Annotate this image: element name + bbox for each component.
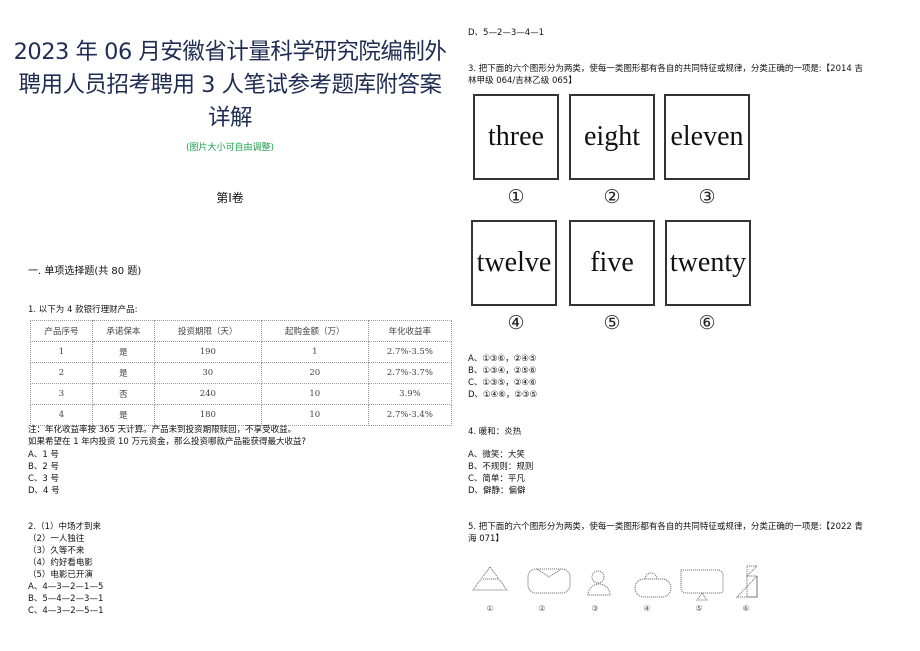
q3-option-a[interactable]: A、①③⑥，②④⑤: [468, 354, 537, 366]
q1-option-c[interactable]: C、3 号: [28, 474, 59, 486]
table-cell: 190: [153, 341, 262, 363]
q4-stem: 4. 暖和：炎热: [468, 427, 522, 437]
monitor-on-stand-icon: [680, 569, 724, 601]
figure-label-2: ②: [603, 186, 621, 208]
table-cell: 是: [91, 362, 155, 384]
q2-item: （5）电影已开演: [28, 570, 93, 580]
q1-option-a[interactable]: A、1 号: [28, 450, 59, 462]
volume-heading: 第Ⅰ卷: [216, 191, 244, 205]
striped-triangle-icon: [472, 566, 508, 591]
table-cell: 3: [30, 383, 93, 405]
q4-option-b[interactable]: B、不规则：规则: [468, 462, 533, 474]
table-cell: 1: [30, 341, 93, 363]
table-cell: 180: [153, 404, 262, 426]
q3-option-c[interactable]: C、①③⑤，②④⑥: [468, 378, 537, 390]
figure-label-5: ⑤: [603, 312, 621, 334]
q5-figure-label-5: ⑤: [695, 604, 703, 613]
table-cell: 2.7%-3.4%: [367, 404, 453, 426]
table-cell: 4: [30, 404, 93, 426]
figure-box-6: twenty: [665, 220, 751, 306]
figure-box-3: eleven: [664, 94, 750, 180]
q2-option-a[interactable]: A、4—3—2—1—5: [28, 582, 103, 594]
document-title-line-3: 详解: [207, 105, 253, 131]
q1-option-d[interactable]: D、4 号: [28, 486, 60, 498]
q5-figure-label-3: ③: [591, 604, 599, 613]
left-page: 2023 年 06 月安徽省计量科学研究院编制外 聘用人员招考聘用 3 人笔试参…: [0, 0, 460, 651]
q2-stem: 2.（1）中场才到来: [28, 522, 102, 532]
q5-figures: [472, 565, 759, 601]
figure-box-2: eight: [569, 94, 655, 180]
table-cell: 2.7%-3.5%: [367, 341, 453, 363]
q5-stem-line-1: 5. 把下面的六个图形分为两类，使每一类图形都有各自的共同特征或规律，分类正确的…: [468, 522, 864, 532]
table-header-cell: 起购金额（万）: [260, 320, 369, 342]
lock-shape-icon: [634, 572, 672, 598]
right-page: D、5—2—3—4—1 3. 把下面的六个图形分为两类，使每一类图形都有各自的共…: [460, 0, 920, 651]
table-cell: 是: [91, 341, 155, 363]
table-cell: 否: [91, 383, 155, 405]
q4-option-c[interactable]: C、简单：平凡: [468, 474, 525, 486]
table-header-cell: 产品序号: [30, 320, 93, 342]
document-subtitle: (图片大小可自由调整): [185, 143, 275, 153]
section-heading: 一. 单项选择题(共 80 题): [28, 266, 142, 277]
q4-option-d[interactable]: D、僻静：偏僻: [468, 486, 526, 498]
table-cell: 3.9%: [367, 383, 453, 405]
q2-item: （2）一人独往: [28, 534, 85, 544]
person-bust-icon: [587, 570, 611, 596]
figure-label-1: ①: [507, 186, 525, 208]
q5-figure-label-1: ①: [486, 604, 494, 613]
table-row: 3 否 240 10 3.9%: [30, 383, 453, 405]
product-table: 产品序号 承诺保本 投资期限（天） 起购金额（万） 年化收益率 1 是 190 …: [30, 320, 453, 426]
q2-option-c[interactable]: C、4—3—2—5—1: [28, 606, 103, 618]
table-header-row: 产品序号 承诺保本 投资期限（天） 起购金额（万） 年化收益率: [30, 320, 453, 342]
table-cell: 1: [260, 341, 369, 363]
table-cell: 2.7%-3.7%: [367, 362, 453, 384]
figure-box-1: three: [473, 94, 559, 180]
q1-option-b[interactable]: B、2 号: [28, 462, 59, 474]
table-cell: 2: [30, 362, 93, 384]
table-cell: 10: [260, 404, 369, 426]
q3-option-d[interactable]: D、①④⑥，②③⑤: [468, 390, 537, 402]
q2-item: （4）约好看电影: [28, 558, 93, 568]
q4-option-a[interactable]: A、微笑：大笑: [468, 450, 525, 462]
q3-option-b[interactable]: B、①③④，②⑤⑥: [468, 366, 537, 378]
figure-label-4: ④: [507, 312, 525, 334]
q1-note: 注：年化收益率按 365 天计算。产品未到投资期限赎回，不享受收益。: [28, 425, 297, 435]
envelope-rounded-rect-icon: [527, 568, 571, 594]
table-row: 4 是 180 10 2.7%-3.4%: [30, 404, 453, 426]
table-header-cell: 年化收益率: [367, 320, 453, 342]
q5-stem-line-2: 海 071】: [468, 534, 504, 544]
document-title-line-1: 2023 年 06 月安徽省计量科学研究院编制外: [13, 39, 447, 65]
table-cell: 是: [91, 404, 155, 426]
q3-stem-line-2: 林甲级 064/吉林乙级 065】: [468, 76, 577, 86]
q2-option-b[interactable]: B、5—4—2—3—1: [28, 594, 103, 606]
document-title-line-2: 聘用人员招考聘用 3 人笔试参考题库附答案: [18, 72, 442, 98]
zigzag-triangles-icon: [735, 565, 759, 598]
q5-figure-label-2: ②: [538, 604, 546, 613]
figure-box-4: twelve: [471, 220, 557, 306]
table-row: 2 是 30 20 2.7%-3.7%: [30, 362, 453, 384]
q5-figure-label-6: ⑥: [742, 604, 750, 613]
q5-figure-label-4: ④: [643, 604, 651, 613]
figure-label-3: ③: [698, 186, 716, 208]
table-cell: 30: [153, 362, 262, 384]
table-header-cell: 投资期限（天）: [153, 320, 262, 342]
q2-item: （3）久等不来: [28, 546, 85, 556]
q1-stem: 1. 以下为 4 款银行理财产品:: [28, 305, 138, 315]
table-header-cell: 承诺保本: [91, 320, 155, 342]
table-cell: 240: [153, 383, 262, 405]
q2-option-d[interactable]: D、5—2—3—4—1: [468, 28, 544, 40]
table-row: 1 是 190 1 2.7%-3.5%: [30, 341, 453, 363]
table-cell: 20: [260, 362, 369, 384]
figure-box-5: five: [569, 220, 655, 306]
table-cell: 10: [260, 383, 369, 405]
q1-question: 如果希望在 1 年内投资 10 万元资金，那么投资哪款产品能获得最大收益?: [28, 437, 307, 447]
figure-label-6: ⑥: [698, 312, 716, 334]
q3-stem-line-1: 3. 把下面的六个图形分为两类，使每一类图形都有各自的共同特征或规律，分类正确的…: [468, 64, 864, 74]
